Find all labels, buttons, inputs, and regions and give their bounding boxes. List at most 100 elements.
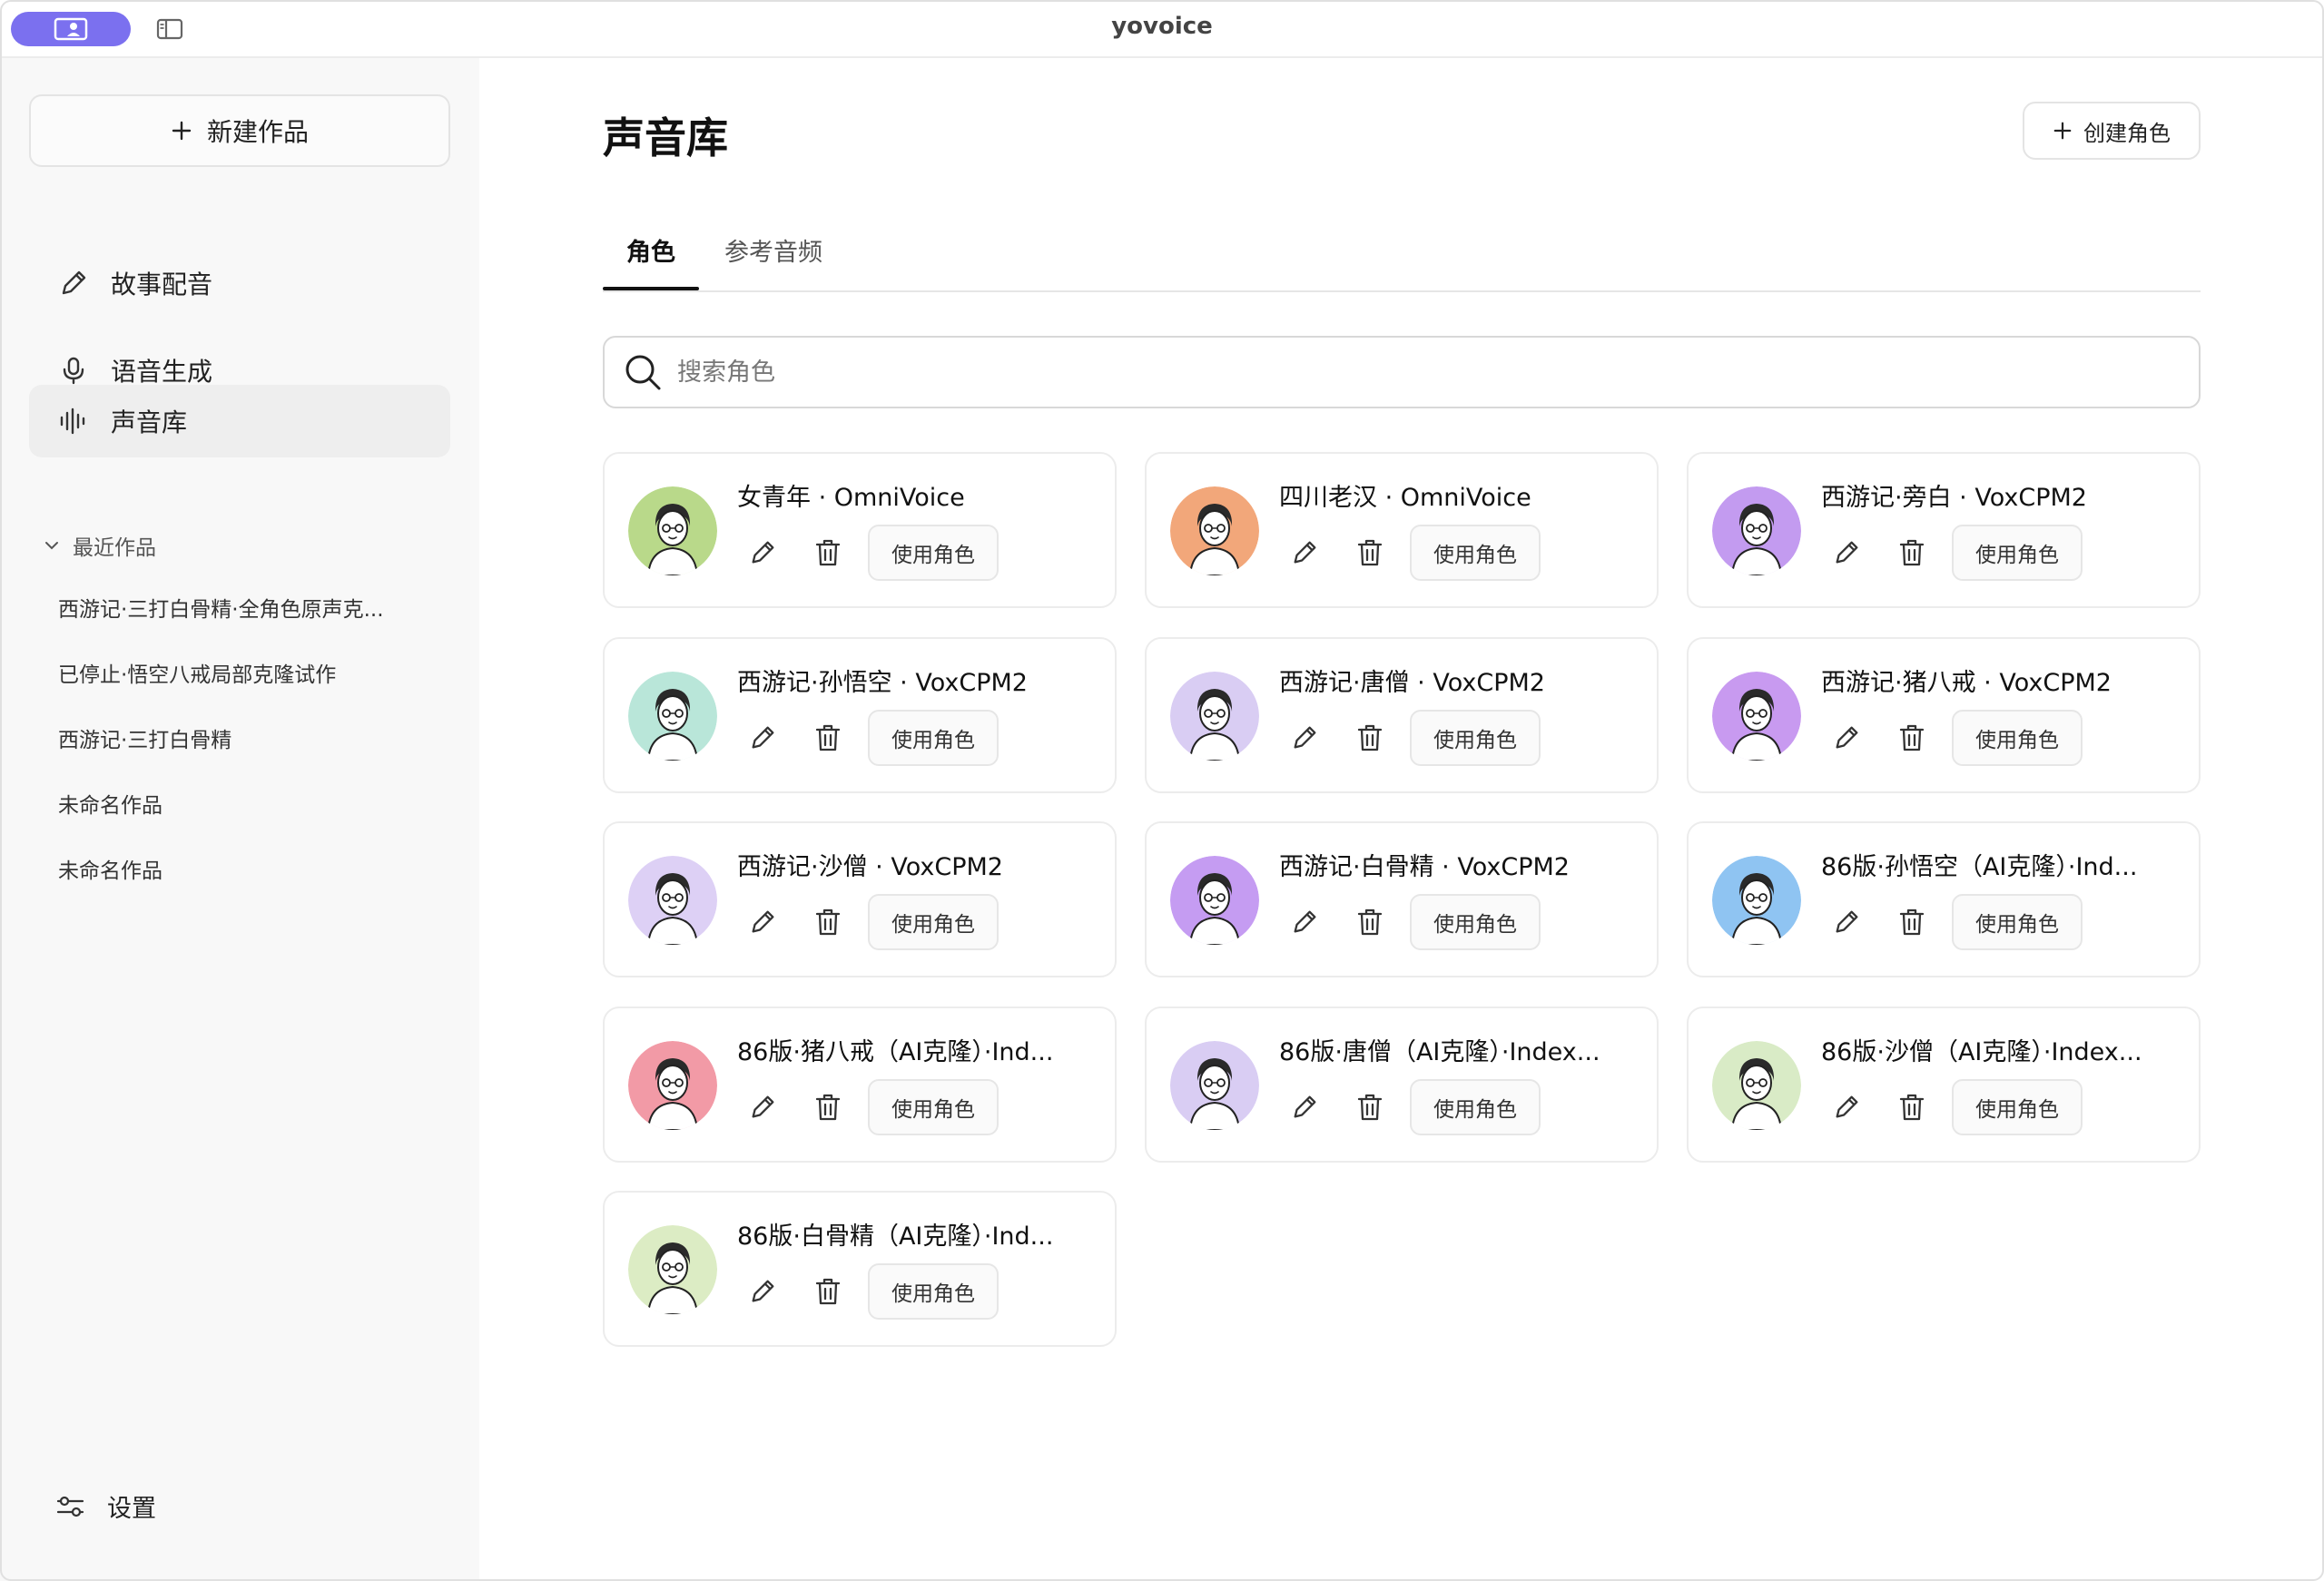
delete-role-button[interactable] <box>1341 1079 1399 1135</box>
edit-role-button[interactable] <box>1817 1079 1876 1135</box>
role-card[interactable]: 86版·唐僧（AI克隆）·Index... 使用角色 <box>1145 1007 1659 1163</box>
delete-role-button[interactable] <box>1883 894 1941 950</box>
pencil-icon <box>752 541 774 564</box>
delete-role-button[interactable] <box>799 1079 857 1135</box>
delete-role-button[interactable] <box>799 525 857 581</box>
role-avatar <box>628 486 717 575</box>
character-avatar-icon <box>1712 486 1801 575</box>
search-box[interactable] <box>603 336 2201 408</box>
create-role-button[interactable]: 创建角色 <box>2023 102 2201 160</box>
use-role-button[interactable]: 使用角色 <box>1952 1079 2083 1135</box>
settings-button[interactable]: 设置 <box>56 1488 156 1524</box>
role-card[interactable]: 女青年 · OmniVoice 使用角色 <box>603 452 1117 608</box>
role-card[interactable]: 西游记·沙僧 · VoxCPM2 使用角色 <box>603 821 1117 977</box>
recent-item[interactable]: 西游记·三打白骨精 <box>58 722 421 753</box>
edit-role-button[interactable] <box>1817 525 1876 581</box>
edit-role-button[interactable] <box>734 710 792 766</box>
character-avatar-icon <box>1712 856 1801 945</box>
recent-item[interactable]: 未命名作品 <box>58 853 421 884</box>
edit-role-button[interactable] <box>1275 1079 1334 1135</box>
delete-role-button[interactable] <box>1341 710 1399 766</box>
use-role-button[interactable]: 使用角色 <box>868 1079 999 1135</box>
sidebar-item-label: 故事配音 <box>111 270 213 300</box>
delete-role-button[interactable] <box>1341 525 1399 581</box>
role-card[interactable]: 86版·沙僧（AI克隆）·Index... 使用角色 <box>1687 1007 2201 1163</box>
role-card[interactable]: 西游记·白骨精 · VoxCPM2 使用角色 <box>1145 821 1659 977</box>
role-card[interactable]: 86版·猪八戒（AI克隆）·Ind... 使用角色 <box>603 1007 1117 1163</box>
edit-role-button[interactable] <box>734 525 792 581</box>
role-card[interactable]: 86版·白骨精（AI克隆）·Ind... 使用角色 <box>603 1191 1117 1347</box>
use-role-button[interactable]: 使用角色 <box>1952 525 2083 581</box>
delete-role-button[interactable] <box>1341 894 1399 950</box>
role-actions: 使用角色 <box>1817 525 2083 581</box>
delete-role-button[interactable] <box>1883 710 1941 766</box>
edit-role-button[interactable] <box>734 1263 792 1320</box>
character-avatar-icon <box>628 856 717 945</box>
role-card[interactable]: 西游记·旁白 · VoxCPM2 使用角色 <box>1687 452 2201 608</box>
pencil-icon <box>752 726 774 749</box>
edit-role-button[interactable] <box>1817 710 1876 766</box>
character-avatar-icon <box>1170 672 1259 761</box>
role-actions: 使用角色 <box>1817 894 2083 950</box>
sidebar-item-label: 声音库 <box>111 408 188 437</box>
role-name: 女青年 · OmniVoice <box>737 484 965 512</box>
edit-role-button[interactable] <box>1817 894 1876 950</box>
use-role-button[interactable]: 使用角色 <box>1410 1079 1541 1135</box>
delete-role-button[interactable] <box>799 710 857 766</box>
sidebar-item-story-dubbing[interactable]: 故事配音 <box>29 247 450 319</box>
use-role-button[interactable]: 使用角色 <box>1952 894 2083 950</box>
edit-role-button[interactable] <box>734 1079 792 1135</box>
delete-role-button[interactable] <box>1883 525 1941 581</box>
character-avatar-icon <box>1712 1041 1801 1130</box>
search-input[interactable] <box>677 358 2130 387</box>
pencil-icon <box>1836 1095 1858 1118</box>
recent-item[interactable]: 未命名作品 <box>58 788 421 819</box>
trash-icon <box>1357 539 1383 566</box>
role-card[interactable]: 西游记·猪八戒 · VoxCPM2 使用角色 <box>1687 637 2201 793</box>
role-actions: 使用角色 <box>734 1079 999 1135</box>
use-role-button[interactable]: 使用角色 <box>1410 710 1541 766</box>
role-avatar <box>1170 486 1259 575</box>
role-actions: 使用角色 <box>1817 710 2083 766</box>
role-avatar <box>1712 856 1801 945</box>
trash-icon <box>1899 1094 1925 1121</box>
role-card[interactable]: 西游记·唐僧 · VoxCPM2 使用角色 <box>1145 637 1659 793</box>
role-name: 西游记·沙僧 · VoxCPM2 <box>737 853 1003 881</box>
role-name: 86版·唐僧（AI克隆）·Index... <box>1279 1038 1600 1066</box>
recent-item[interactable]: 已停止·悟空八戒局部克隆试作 <box>58 657 421 688</box>
role-card[interactable]: 86版·孙悟空（AI克隆）·Ind... 使用角色 <box>1687 821 2201 977</box>
role-actions: 使用角色 <box>1817 1079 2083 1135</box>
role-actions: 使用角色 <box>1275 525 1541 581</box>
edit-role-button[interactable] <box>734 894 792 950</box>
use-role-button[interactable]: 使用角色 <box>1410 525 1541 581</box>
trash-icon <box>815 908 841 936</box>
edit-role-button[interactable] <box>1275 894 1334 950</box>
tab-roles[interactable]: 角色 <box>626 232 675 289</box>
sidebar-item-voice-library[interactable]: 声音库 <box>29 385 450 457</box>
use-role-button[interactable]: 使用角色 <box>868 1263 999 1320</box>
delete-role-button[interactable] <box>799 894 857 950</box>
microphone-icon <box>58 355 89 386</box>
new-work-button[interactable]: 新建作品 <box>29 94 450 167</box>
role-card[interactable]: 西游记·孙悟空 · VoxCPM2 使用角色 <box>603 637 1117 793</box>
edit-role-button[interactable] <box>1275 525 1334 581</box>
recent-works-toggle[interactable]: 最近作品 <box>44 530 156 561</box>
tab-bar: 角色 参考音频 <box>603 223 2201 292</box>
delete-role-button[interactable] <box>1883 1079 1941 1135</box>
edit-role-button[interactable] <box>1275 710 1334 766</box>
use-role-button[interactable]: 使用角色 <box>868 894 999 950</box>
role-name: 86版·猪八戒（AI克隆）·Ind... <box>737 1038 1054 1066</box>
use-role-button[interactable]: 使用角色 <box>1952 710 2083 766</box>
use-role-button[interactable]: 使用角色 <box>868 525 999 581</box>
role-card[interactable]: 四川老汉 · OmniVoice 使用角色 <box>1145 452 1659 608</box>
use-role-button[interactable]: 使用角色 <box>868 710 999 766</box>
tab-reference-audio[interactable]: 参考音频 <box>724 232 822 289</box>
sidebar-item-label: 语音生成 <box>111 357 213 387</box>
role-avatar <box>628 1225 717 1314</box>
character-avatar-icon <box>628 672 717 761</box>
role-name: 西游记·旁白 · VoxCPM2 <box>1821 484 2087 512</box>
use-role-button[interactable]: 使用角色 <box>1410 894 1541 950</box>
sidebar: 新建作品 故事配音 语音生成 声音库 最近作品 西游记·三打白骨精·全角色原声克… <box>0 58 479 1581</box>
recent-item[interactable]: 西游记·三打白骨精·全角色原声克... <box>58 592 421 623</box>
delete-role-button[interactable] <box>799 1263 857 1320</box>
